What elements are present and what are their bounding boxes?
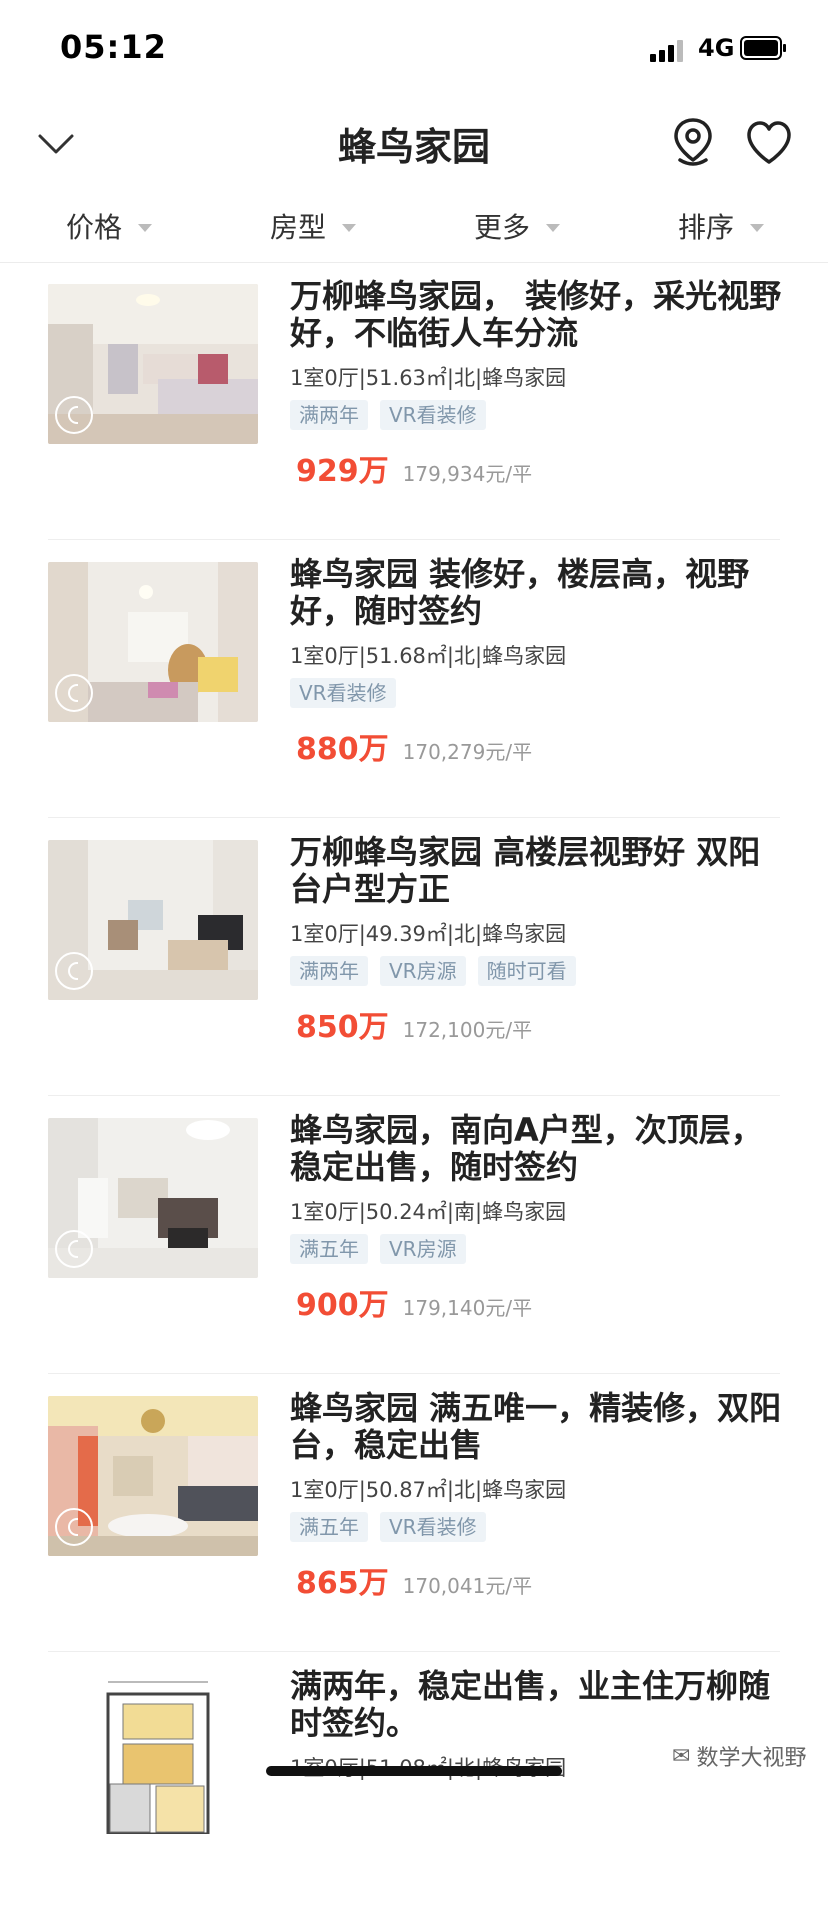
filter-layout[interactable]: 房型 xyxy=(270,204,357,248)
watermark-text: 数学大视野 xyxy=(696,1746,807,1771)
price-row: 850万 172,100元/平 xyxy=(296,1002,532,1046)
listing-price: 880万 xyxy=(296,732,389,767)
listing-list: 万柳蜂鸟家园， 装修好，采光视野好，不临街人车分流 1室0厅|51.63㎡|北|… xyxy=(0,262,828,1930)
tag: 满五年 xyxy=(290,1234,368,1264)
listing-photo xyxy=(48,840,258,1000)
tag: 随时可看 xyxy=(477,956,576,986)
listing-card[interactable]: 蜂鸟家园 装修好，楼层高，视野好，随时签约 1室0厅|51.68㎡|北|蜂鸟家园… xyxy=(0,540,828,818)
listing-tags: 满两年 VR看装修 xyxy=(290,400,486,430)
filter-label: 更多 xyxy=(474,211,531,244)
price-row: 900万 179,140元/平 xyxy=(296,1280,532,1324)
floorplan-image xyxy=(48,1674,258,1834)
filter-price[interactable]: 价格 xyxy=(66,204,153,248)
home-indicator xyxy=(266,1766,562,1776)
listing-unit-price: 170,279元/平 xyxy=(402,740,533,764)
listing-card[interactable]: 万柳蜂鸟家园， 装修好，采光视野好，不临街人车分流 1室0厅|51.63㎡|北|… xyxy=(0,262,828,540)
tag: 满五年 xyxy=(290,1512,368,1542)
filter-sort[interactable]: 排序 xyxy=(678,204,765,248)
listing-title: 万柳蜂鸟家园 高楼层视野好 双阳台户型方正 xyxy=(290,833,761,908)
listing-photo xyxy=(48,1118,258,1278)
listing-title: 蜂鸟家园 满五唯一，精装修，双阳台，稳定出售 xyxy=(290,1389,782,1464)
vr-icon xyxy=(55,1230,93,1268)
vr-icon xyxy=(55,396,93,434)
tag: VR看装修 xyxy=(290,678,396,708)
status-bar: 05:12 4G xyxy=(0,0,828,96)
listing-price: 900万 xyxy=(296,1288,389,1323)
listing-title: 蜂鸟家园 装修好，楼层高，视野好，随时签约 xyxy=(290,555,750,630)
listing-tags: 满两年 VR房源 随时可看 xyxy=(290,956,576,986)
listing-unit-price: 170,041元/平 xyxy=(402,1574,533,1598)
listing-meta: 1室0厅|50.24㎡|南|蜂鸟家园 xyxy=(290,1200,567,1224)
vr-icon xyxy=(55,952,93,990)
filter-bar: 价格 房型 更多 排序 xyxy=(0,192,828,263)
listing-tags: 满五年 VR房源 xyxy=(290,1234,466,1264)
filter-more[interactable]: 更多 xyxy=(474,204,561,248)
price-row: 880万 170,279元/平 xyxy=(296,724,532,768)
tag: VR看装修 xyxy=(380,400,486,430)
price-row: 929万 179,934元/平 xyxy=(296,446,532,490)
listing-unit-price: 179,140元/平 xyxy=(402,1296,533,1320)
listing-card[interactable]: 万柳蜂鸟家园 高楼层视野好 双阳台户型方正 1室0厅|49.39㎡|北|蜂鸟家园… xyxy=(0,818,828,1096)
nav-bar: 蜂鸟家园 xyxy=(0,96,828,192)
listing-title: 满两年，稳定出售，业主住万柳随时签约。 xyxy=(290,1667,771,1742)
listing-meta: 1室0厅|51.68㎡|北|蜂鸟家园 xyxy=(290,644,567,668)
battery-icon xyxy=(740,36,786,60)
caret-down-icon xyxy=(342,224,357,232)
signal-icon xyxy=(650,38,690,62)
listing-meta: 1室0厅|50.87㎡|北|蜂鸟家园 xyxy=(290,1478,567,1502)
wechat-icon: ✉ xyxy=(672,1743,691,1769)
listing-photo xyxy=(48,284,258,444)
listing-unit-price: 172,100元/平 xyxy=(402,1018,533,1042)
tag: 满两年 xyxy=(290,956,368,986)
listing-tags: 满五年 VR看装修 xyxy=(290,1512,486,1542)
listing-photo xyxy=(48,1396,258,1556)
tag: VR房源 xyxy=(380,1234,466,1264)
listing-price: 850万 xyxy=(296,1010,389,1045)
listing-unit-price: 179,934元/平 xyxy=(402,462,533,486)
filter-label: 房型 xyxy=(270,211,327,244)
tag: 满两年 xyxy=(290,400,368,430)
listing-title: 蜂鸟家园，南向A户型，次顶层，稳定出售，随时签约 xyxy=(290,1111,763,1186)
tag: VR房源 xyxy=(380,956,466,986)
listing-price: 929万 xyxy=(296,454,389,489)
vr-icon xyxy=(55,674,93,712)
filter-label: 排序 xyxy=(678,211,735,244)
caret-down-icon xyxy=(138,224,153,232)
listing-card[interactable]: 满两年，稳定出售，业主住万柳随时签约。 1室0厅|51.08㎡|北|蜂鸟家园 xyxy=(0,1652,828,1930)
listing-card[interactable]: 蜂鸟家园，南向A户型，次顶层，稳定出售，随时签约 1室0厅|50.24㎡|南|蜂… xyxy=(0,1096,828,1374)
listing-meta: 1室0厅|51.63㎡|北|蜂鸟家园 xyxy=(290,366,567,390)
listing-photo xyxy=(48,562,258,722)
tag: VR看装修 xyxy=(380,1512,486,1542)
listing-tags: VR看装修 xyxy=(290,678,396,708)
listing-card[interactable]: 蜂鸟家园 满五唯一，精装修，双阳台，稳定出售 1室0厅|50.87㎡|北|蜂鸟家… xyxy=(0,1374,828,1652)
network-type: 4G xyxy=(698,34,735,62)
vr-icon xyxy=(55,1508,93,1546)
heart-icon[interactable] xyxy=(744,118,794,168)
listing-meta: 1室0厅|49.39㎡|北|蜂鸟家园 xyxy=(290,922,567,946)
filter-label: 价格 xyxy=(66,211,123,244)
status-time: 05:12 xyxy=(60,28,167,66)
listing-title: 万柳蜂鸟家园， 装修好，采光视野好，不临街人车分流 xyxy=(290,277,782,352)
price-row: 865万 170,041元/平 xyxy=(296,1558,532,1602)
caret-down-icon xyxy=(750,224,765,232)
listing-price: 865万 xyxy=(296,1566,389,1601)
location-pin-icon[interactable] xyxy=(668,116,718,170)
watermark: ✉ 数学大视野 xyxy=(672,1740,806,1772)
caret-down-icon xyxy=(546,224,561,232)
